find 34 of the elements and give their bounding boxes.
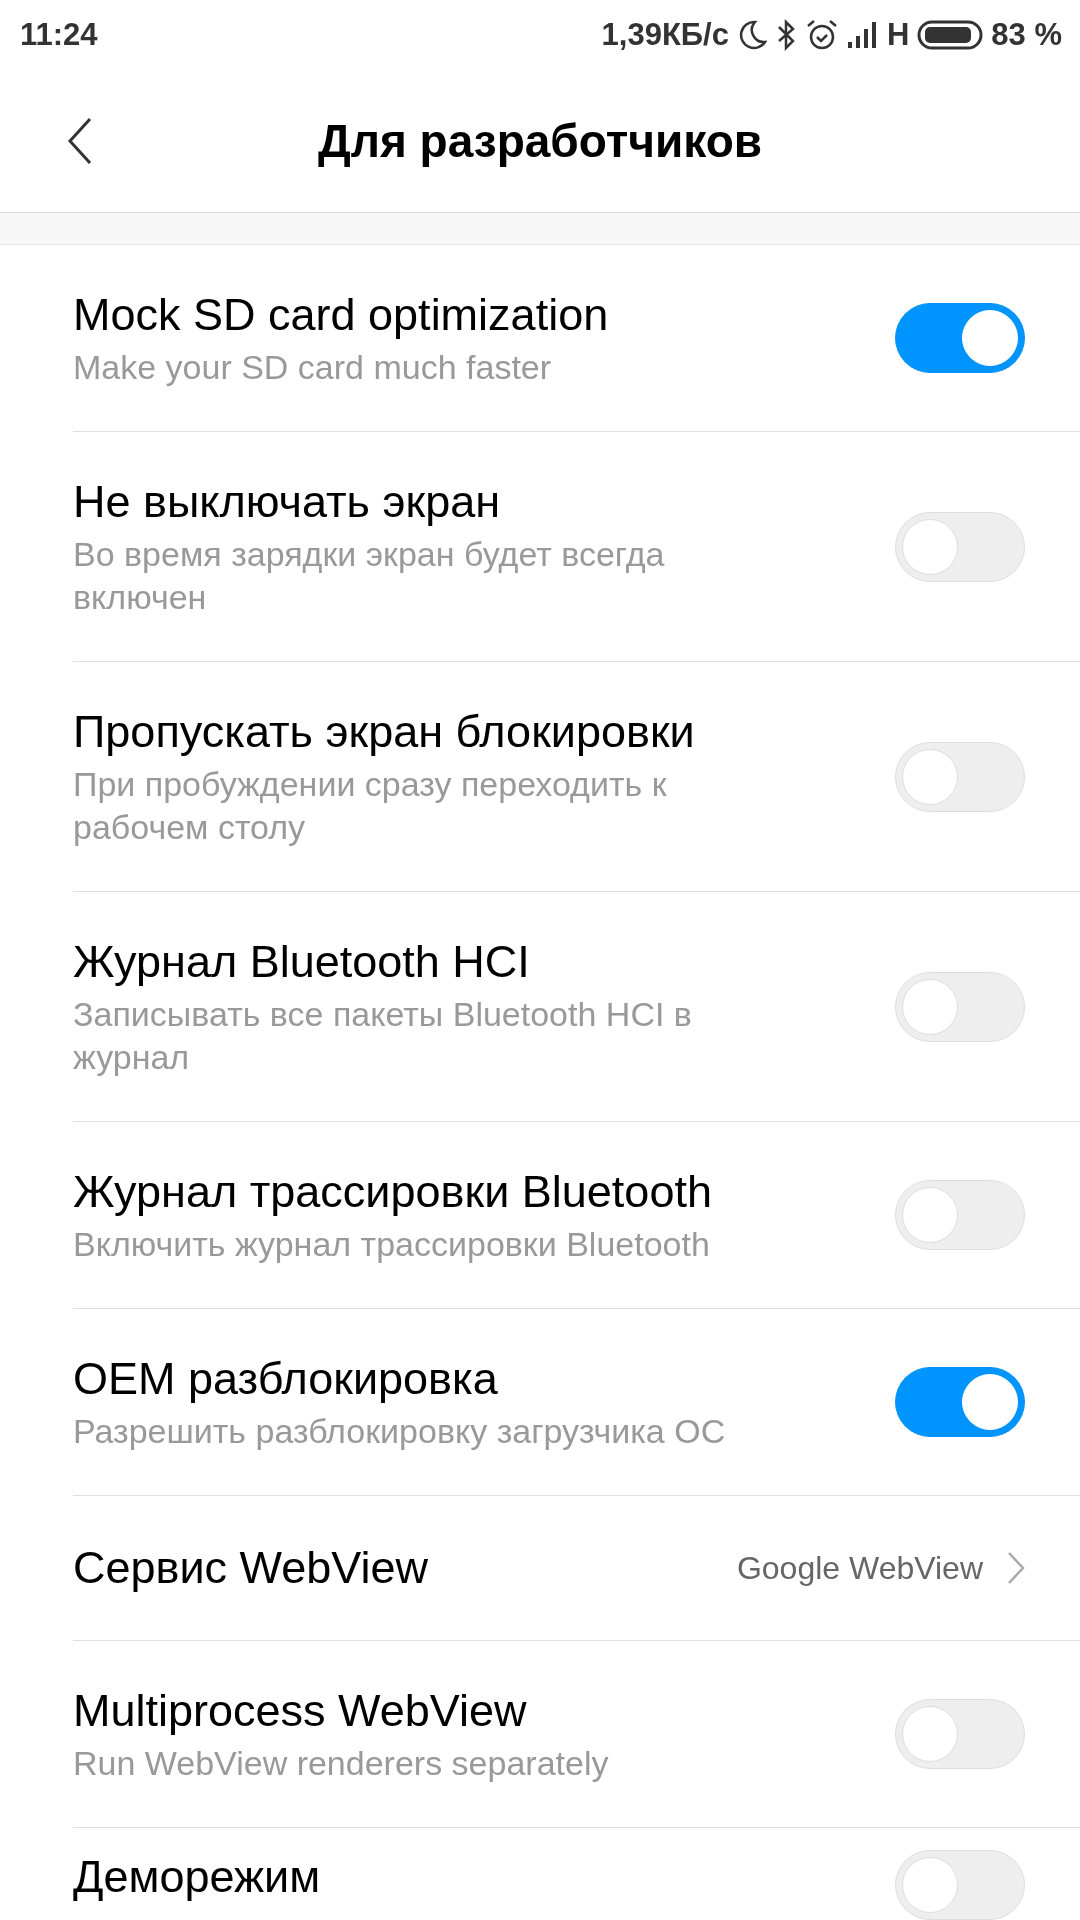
chevron-right-icon <box>1007 1551 1025 1585</box>
settings-row[interactable]: Деморежим <box>73 1828 1080 1920</box>
settings-row[interactable]: Пропускать экран блокировки При пробуждении сразу переходить к рабочем столу <box>73 662 1080 892</box>
setting-title: Mock SD card optimization <box>73 287 609 342</box>
setting-title: Multiprocess WebView <box>73 1683 528 1738</box>
setting-title: Пропускать экран блокировки <box>73 705 696 759</box>
setting-title: Журнал трассировки Bluetooth <box>73 1164 712 1219</box>
setting-subtitle: Записывать все пакеты Bluetooth HCI в журнал <box>73 994 693 1078</box>
settings-row[interactable]: Mock SD card optimization Make your SD card much faster <box>73 245 1080 432</box>
setting-title: Не выключать экран <box>73 475 502 529</box>
settings-row[interactable]: OEM разблокировка Разрешить разблокировку загрузчика ОС <box>73 1309 1080 1496</box>
setting-title: Сервис WebView <box>73 1541 429 1595</box>
setting-subtitle: Разрешить разблокировку загрузчика ОС <box>73 1410 726 1452</box>
setting-title: Деморежим <box>73 1850 321 1904</box>
setting-subtitle: Во время зарядки экран будет всегда включен <box>73 534 666 618</box>
setting-subtitle: Make your SD card much faster <box>73 346 553 388</box>
network-type-text: H <box>886 15 910 54</box>
setting-subtitle: Включить журнал трассировки Bluetooth <box>73 1223 711 1265</box>
battery-icon <box>917 19 984 51</box>
settings-row[interactable]: Сервис WebView Google WebView <box>73 1496 1080 1641</box>
settings-row[interactable]: Журнал Bluetooth HCI Записывать все пакеты Bluetooth HCI в журнал <box>73 892 1080 1122</box>
network-speed-text: 1,39КБ/с <box>601 15 729 54</box>
page-title: Для разработчиков <box>317 113 763 169</box>
setting-title: Журнал Bluetooth HCI <box>73 935 531 989</box>
signal-icon <box>846 21 879 49</box>
battery-percent-text: 83 % <box>991 15 1062 54</box>
setting-subtitle: При пробуждении сразу переходить к рабочем столу <box>73 764 668 848</box>
setting-value: Google WebView <box>736 1549 983 1588</box>
settings-row[interactable]: Не выключать экран Во время зарядки экран будет всегда включен <box>73 432 1080 662</box>
setting-title: OEM разблокировка <box>73 1351 499 1406</box>
setting-subtitle: Run WebView renderers separately <box>73 1742 609 1784</box>
clock-text: 11:24 <box>20 15 98 54</box>
settings-row[interactable]: Multiprocess WebView Run WebView renderers separately <box>73 1641 1080 1828</box>
settings-row[interactable]: Журнал трассировки Bluetooth Включить журнал трассировки Bluetooth <box>73 1122 1080 1309</box>
